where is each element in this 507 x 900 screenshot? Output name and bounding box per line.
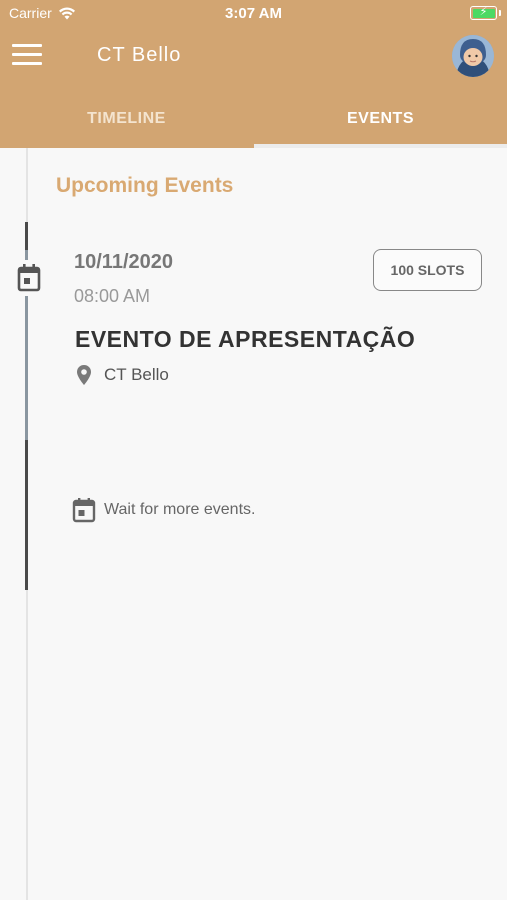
event-location-label: CT Bello bbox=[104, 365, 169, 384]
tab-bar: TIMELINE EVENTS bbox=[0, 88, 507, 148]
location-pin-icon bbox=[77, 365, 91, 385]
empty-more-events: Wait for more events. bbox=[72, 497, 255, 523]
slots-badge[interactable]: 100 SLOTS bbox=[373, 249, 482, 291]
status-bar: Carrier 3:07 AM ⚡ bbox=[0, 0, 507, 26]
event-date: 10/11/2020 bbox=[74, 251, 173, 273]
battery-charging-icon: ⚡ bbox=[470, 6, 497, 20]
battery-tip bbox=[499, 10, 501, 16]
calendar-icon bbox=[72, 498, 96, 523]
active-tab-indicator bbox=[254, 144, 507, 148]
wait-for-events-label: Wait for more events. bbox=[104, 501, 256, 518]
hamburger-menu-icon[interactable] bbox=[12, 42, 44, 68]
event-time: 08:00 AM bbox=[74, 286, 151, 306]
tab-events[interactable]: EVENTS bbox=[254, 88, 507, 148]
event-location: CT Bello bbox=[76, 364, 169, 386]
app-bar: CT Bello bbox=[0, 26, 507, 88]
status-time: 3:07 AM bbox=[225, 5, 282, 22]
timeline-node bbox=[14, 260, 44, 296]
event-title: EVENTO DE APRESENTAÇÃO bbox=[75, 326, 416, 352]
tab-timeline[interactable]: TIMELINE bbox=[0, 88, 253, 148]
app-title: CT Bello bbox=[97, 44, 182, 66]
calendar-icon bbox=[17, 264, 41, 292]
user-avatar[interactable] bbox=[452, 35, 494, 77]
section-title: Upcoming Events bbox=[56, 174, 234, 197]
